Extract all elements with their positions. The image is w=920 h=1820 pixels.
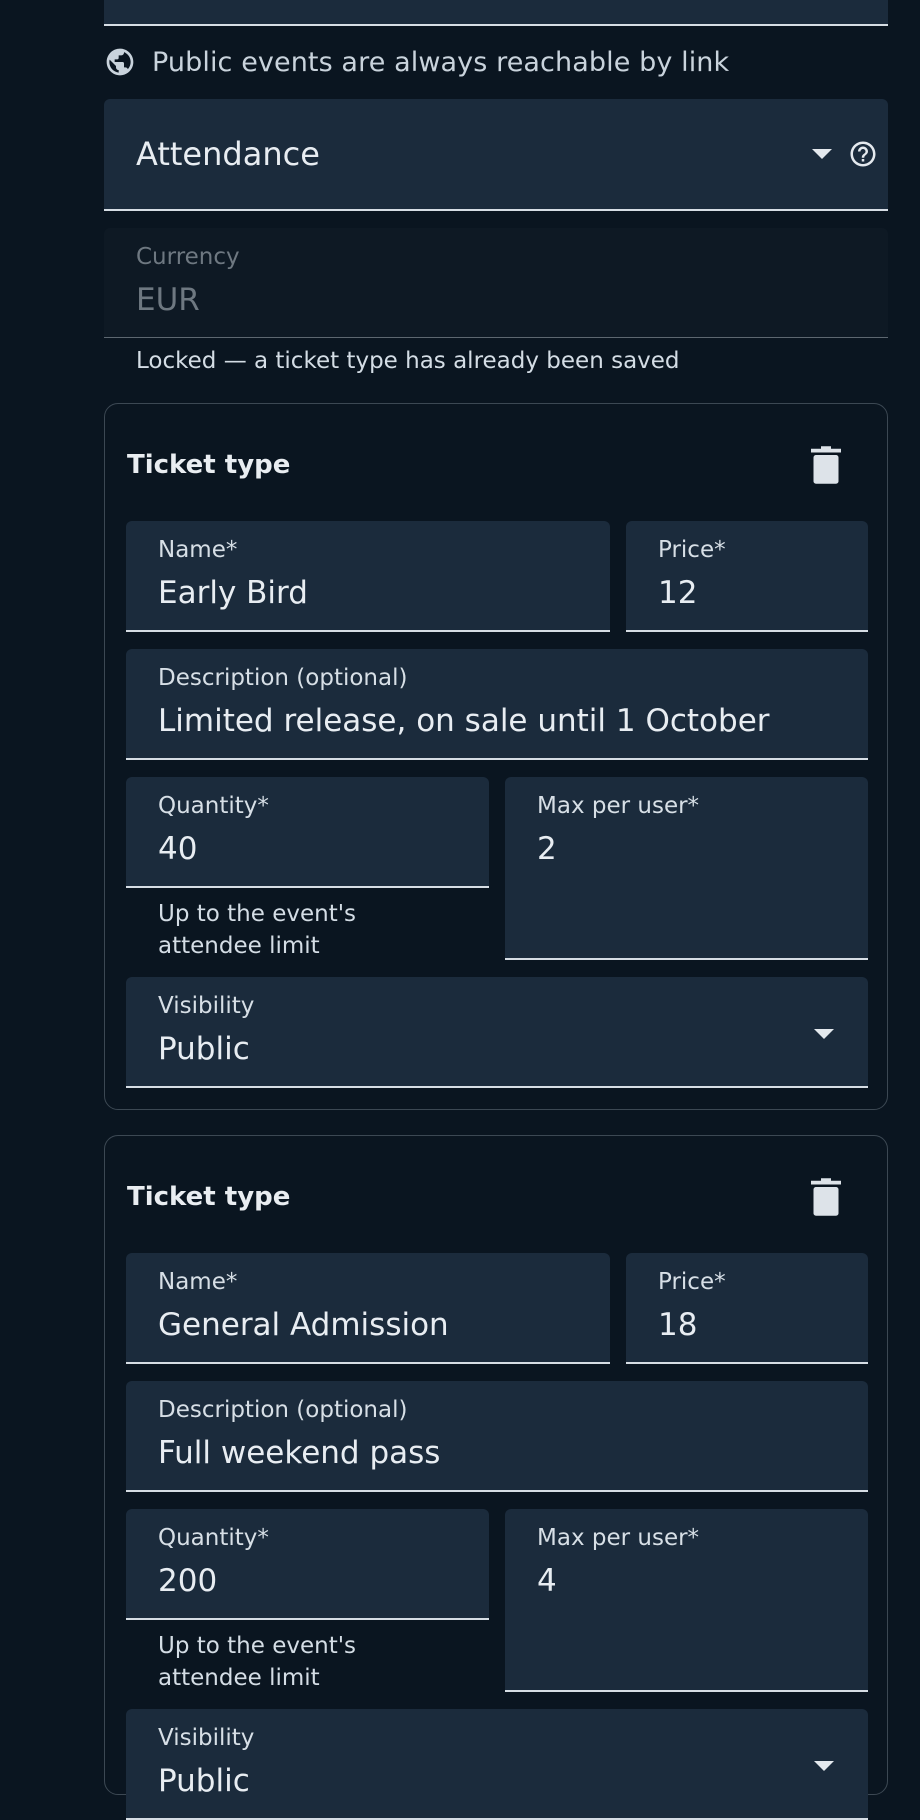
ticket-visibility-select[interactable]: Visibility Public	[126, 1709, 868, 1820]
ticket-name-value: General Admission	[158, 1307, 449, 1343]
ticket-price-field[interactable]: Price* 18	[626, 1253, 868, 1364]
ticket-description-label: Description (optional)	[158, 665, 408, 691]
ticket-quantity-helper-line2: attendee limit	[158, 1665, 320, 1691]
ticket-price-value: 12	[658, 575, 698, 611]
globe-icon	[106, 48, 134, 76]
visibility-hint-text: Public events are always reachable by li…	[152, 46, 730, 78]
currency-value: EUR	[136, 282, 200, 318]
ticket-max-per-user-label: Max per user*	[537, 1525, 700, 1551]
ticket-price-value: 18	[658, 1307, 698, 1343]
ticket-visibility-value: Public	[158, 1763, 250, 1799]
ticket-visibility-label: Visibility	[158, 993, 255, 1019]
ticket-quantity-helper: Up to the event's attendee limit	[158, 1630, 356, 1694]
ticket-name-label: Name*	[158, 1269, 238, 1295]
ticket-quantity-value: 40	[158, 831, 198, 867]
ticket-max-per-user-field[interactable]: Max per user* 2	[505, 777, 868, 960]
attendance-select-value: Attendance	[136, 135, 320, 173]
caret-down-icon	[812, 149, 832, 159]
currency-field: Currency EUR	[104, 228, 888, 338]
ticket-name-value: Early Bird	[158, 575, 308, 611]
currency-helper-text: Locked — a ticket type has already been …	[136, 348, 680, 374]
ticket-name-field[interactable]: Name* General Admission	[126, 1253, 610, 1364]
attendance-select[interactable]: Attendance	[104, 99, 888, 211]
ticket-visibility-value: Public	[158, 1031, 250, 1067]
ticket-max-per-user-value: 4	[537, 1563, 557, 1599]
ticket-quantity-label: Quantity*	[158, 1525, 269, 1551]
currency-label: Currency	[136, 244, 240, 270]
ticket-visibility-label: Visibility	[158, 1725, 255, 1751]
ticket-price-field[interactable]: Price* 12	[626, 521, 868, 632]
ticket-max-per-user-value: 2	[537, 831, 557, 867]
caret-down-icon	[814, 1029, 834, 1039]
ticket-description-field[interactable]: Description (optional) Full weekend pass	[126, 1381, 868, 1492]
ticket-quantity-helper-line1: Up to the event's	[158, 901, 357, 927]
ticket-quantity-helper-line2: attendee limit	[158, 933, 320, 959]
ticket-quantity-value: 200	[158, 1563, 218, 1599]
ticket-visibility-select[interactable]: Visibility Public	[126, 977, 868, 1088]
ticket-name-label: Name*	[158, 537, 238, 563]
ticket-type-title: Ticket type	[127, 450, 291, 480]
ticket-max-per-user-label: Max per user*	[537, 793, 700, 819]
ticket-description-field[interactable]: Description (optional) Limited release, …	[126, 649, 868, 760]
ticket-type-title: Ticket type	[127, 1182, 291, 1212]
help-circle-icon[interactable]	[848, 139, 878, 169]
ticket-description-value: Full weekend pass	[158, 1435, 441, 1471]
ticket-description-value: Limited release, on sale until 1 October	[158, 703, 770, 739]
ticket-quantity-helper: Up to the event's attendee limit	[158, 898, 356, 962]
ticket-description-label: Description (optional)	[158, 1397, 408, 1423]
ticket-quantity-field[interactable]: Quantity* 200	[126, 1509, 489, 1620]
ticket-quantity-helper-line1: Up to the event's	[158, 1633, 357, 1659]
ticket-price-label: Price*	[658, 537, 726, 563]
visibility-hint: Public events are always reachable by li…	[104, 42, 804, 82]
ticket-max-per-user-field[interactable]: Max per user* 4	[505, 1509, 868, 1692]
ticket-name-field[interactable]: Name* Early Bird	[126, 521, 610, 632]
ticket-quantity-label: Quantity*	[158, 793, 269, 819]
ticket-type-card: Ticket type Name* General Admission Pric…	[104, 1135, 888, 1820]
event-visibility-field[interactable]	[104, 0, 888, 26]
ticket-price-label: Price*	[658, 1269, 726, 1295]
trash-icon[interactable]	[811, 446, 841, 484]
ticket-quantity-field[interactable]: Quantity* 40	[126, 777, 489, 888]
ticket-type-card: Ticket type Name* Early Bird Price* 12 D…	[104, 403, 888, 1110]
trash-icon[interactable]	[811, 1178, 841, 1216]
